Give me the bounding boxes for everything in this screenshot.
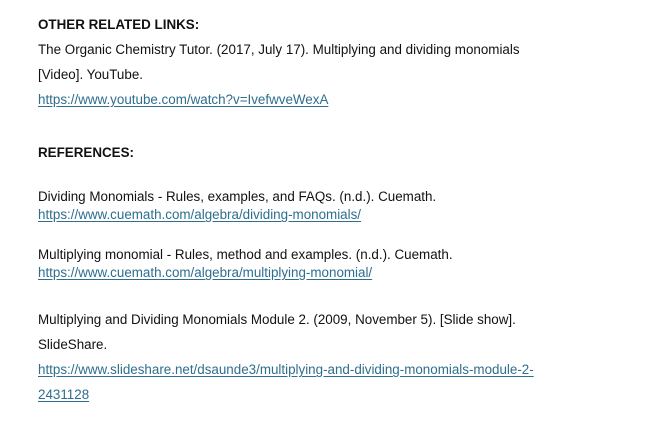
related-entry-text-line-1: The Organic Chemistry Tutor. (2017, July… bbox=[38, 42, 520, 57]
reference-2-text: Multiplying monomial - Rules, method and… bbox=[38, 247, 453, 262]
related-links-heading: OTHER RELATED LINKS: bbox=[38, 17, 200, 32]
reference-1-text: Dividing Monomials - Rules, examples, an… bbox=[38, 189, 437, 204]
reference-3-link-line-2[interactable]: 2431128 bbox=[38, 387, 89, 403]
related-entry-text-line-2: [Video]. YouTube. bbox=[38, 67, 143, 82]
reference-3-text-line-2: SlideShare. bbox=[38, 337, 108, 352]
related-entry-youtube-link[interactable]: https://www.youtube.com/watch?v=IvefwveW… bbox=[38, 92, 328, 108]
reference-3-link-line-1[interactable]: https://www.slideshare.net/dsaunde3/mult… bbox=[38, 362, 534, 378]
reference-3-text-line-1: Multiplying and Dividing Monomials Modul… bbox=[38, 312, 516, 327]
references-heading: REFERENCES: bbox=[38, 145, 134, 160]
reference-2-link[interactable]: https://www.cuemath.com/algebra/multiply… bbox=[38, 265, 372, 281]
reference-1-link[interactable]: https://www.cuemath.com/algebra/dividing… bbox=[38, 207, 361, 223]
